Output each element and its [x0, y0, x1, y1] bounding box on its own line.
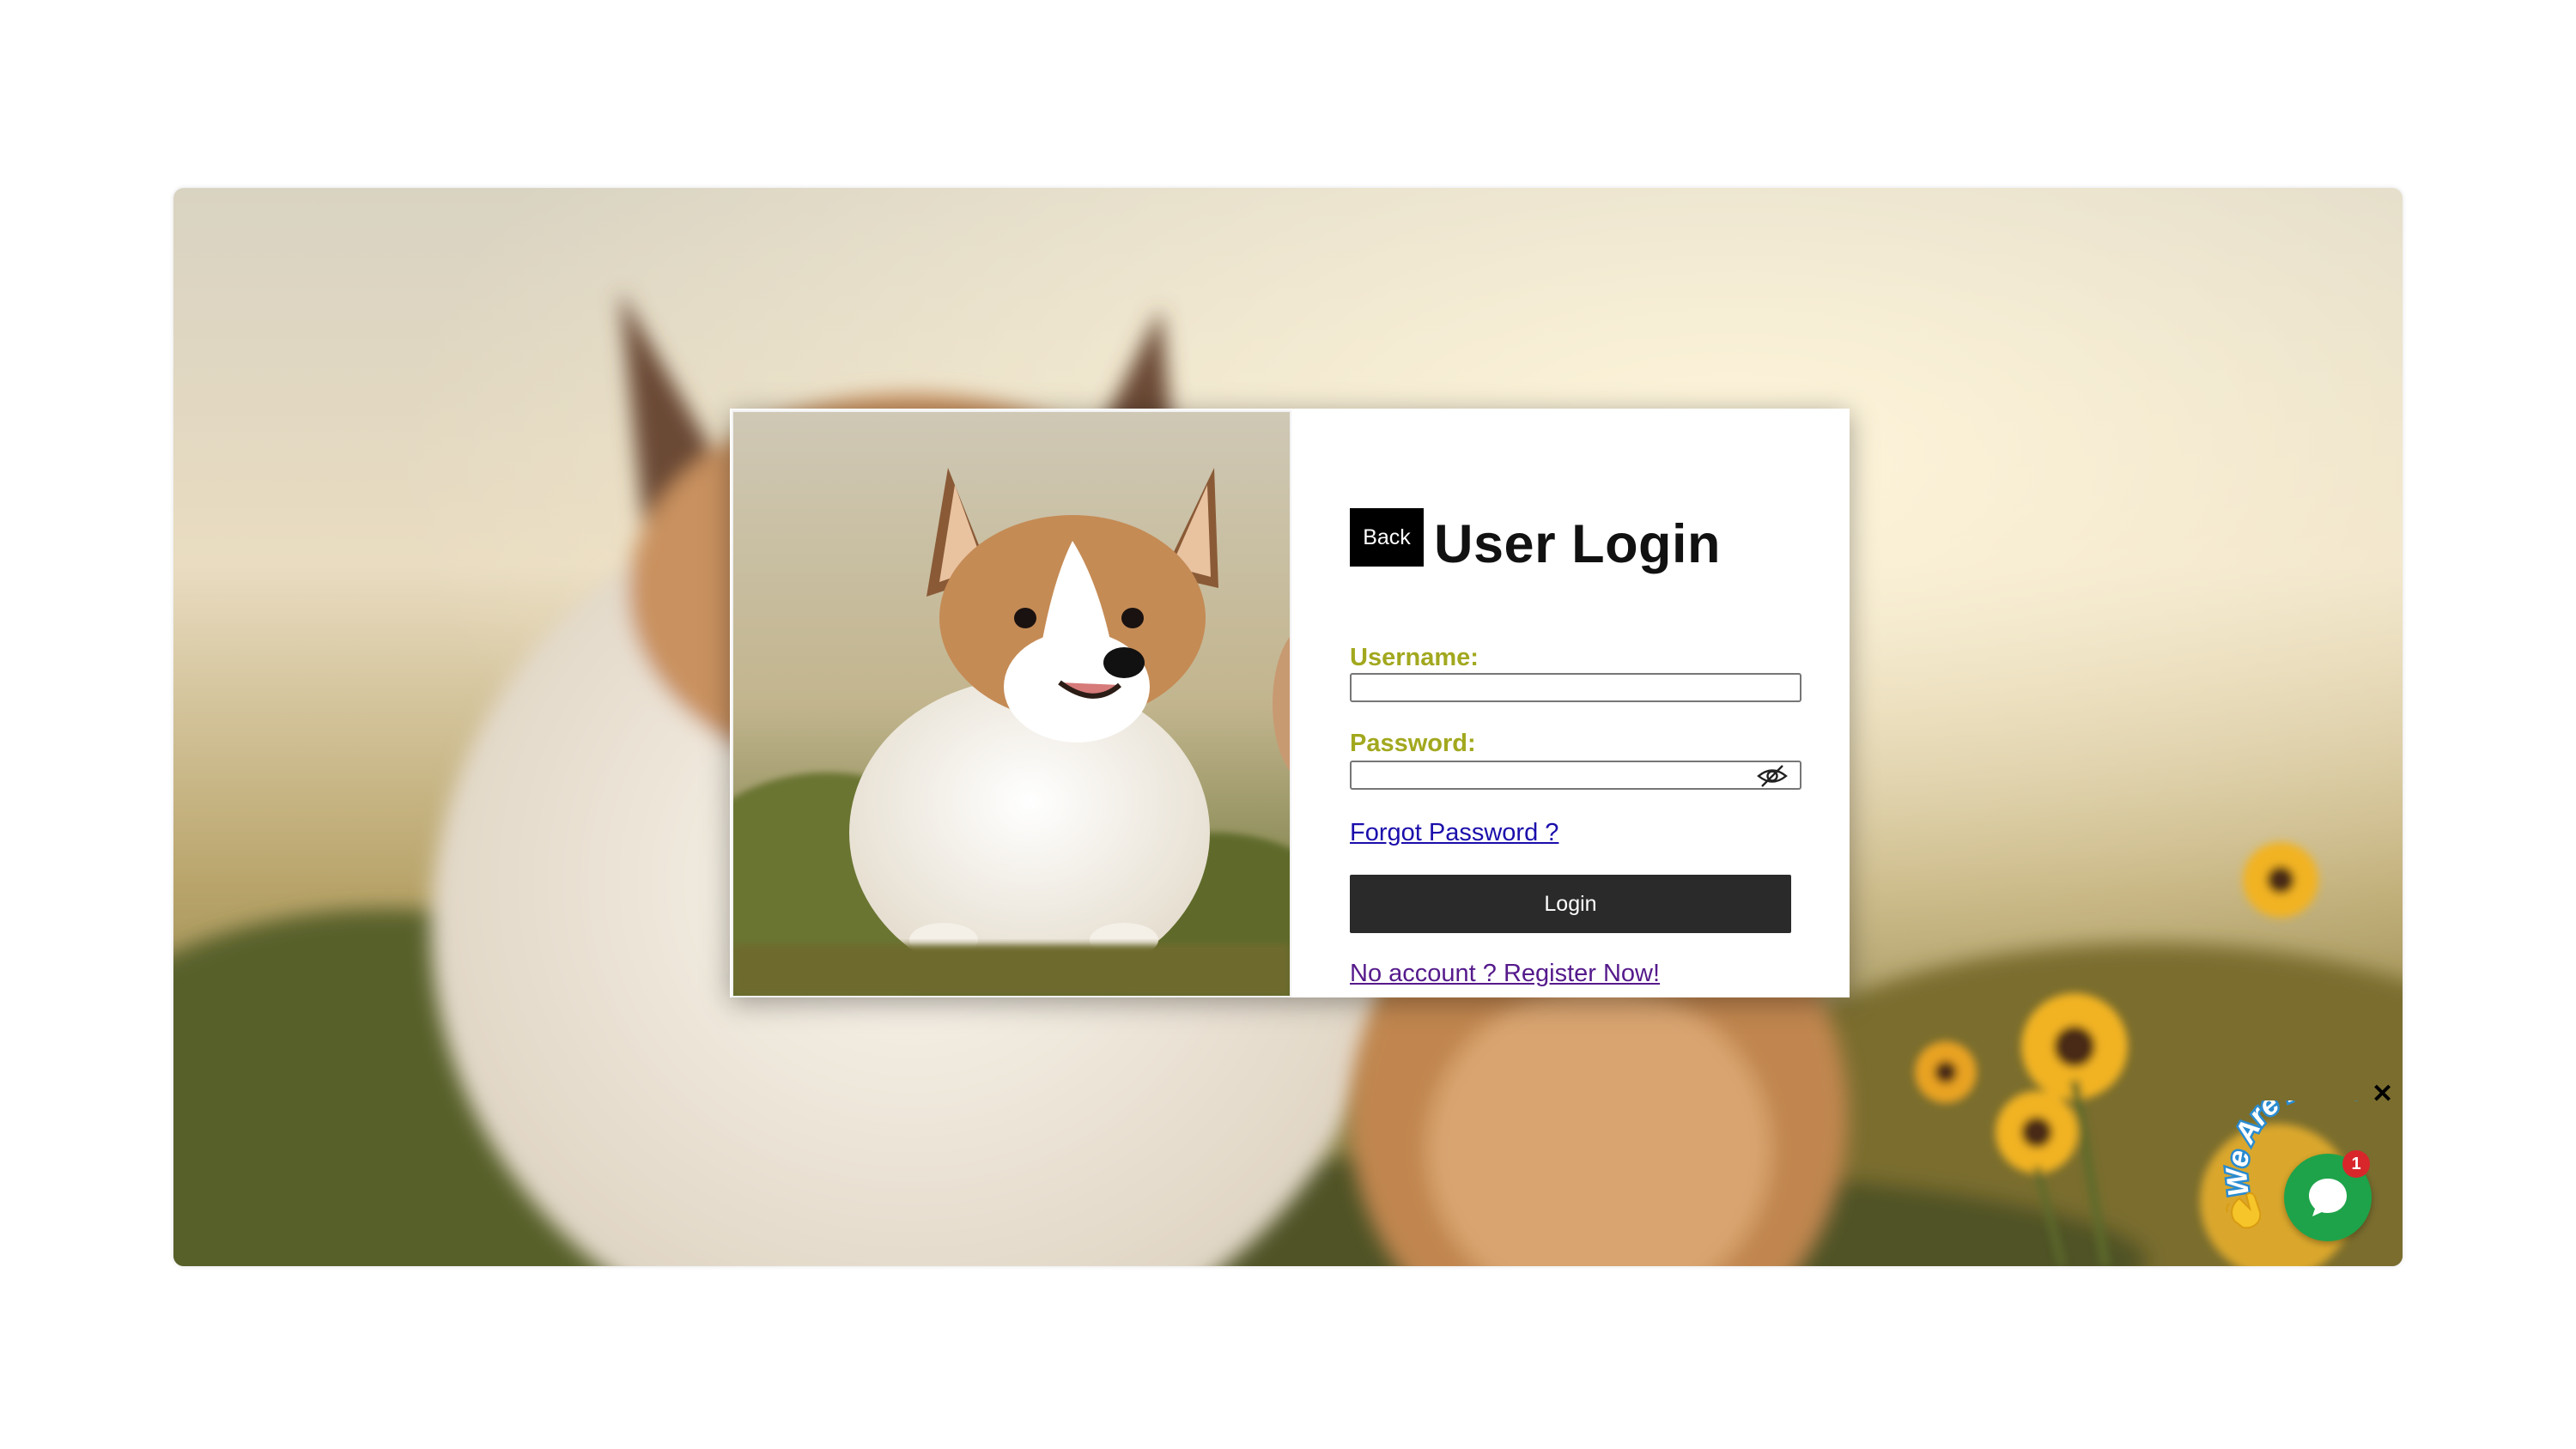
username-label: Username:	[1350, 644, 1479, 671]
chat-bubble-icon	[2309, 1179, 2347, 1216]
back-button[interactable]: Back	[1350, 508, 1424, 567]
corgi-illustration	[733, 412, 1290, 996]
register-link[interactable]: No account ? Register Now!	[1350, 960, 1660, 988]
unread-badge: 1	[2342, 1150, 2370, 1178]
login-button[interactable]: Login	[1350, 875, 1791, 933]
waving-hand-icon	[2226, 1191, 2262, 1229]
login-form: Back User Login Username: Password: Forg…	[1291, 409, 1850, 997]
chat-widget[interactable]: We Are Here! 1	[2215, 1100, 2413, 1246]
password-label: Password:	[1350, 730, 1476, 757]
login-card: Back User Login Username: Password: Forg…	[730, 409, 1850, 997]
corgi-photo	[732, 410, 1291, 997]
form-header: Back User Login	[1350, 506, 1721, 574]
eye-slash-icon[interactable]	[1755, 763, 1789, 789]
password-input[interactable]	[1350, 761, 1801, 790]
username-input[interactable]	[1350, 673, 1801, 702]
page-title: User Login	[1434, 514, 1722, 574]
forgot-password-link[interactable]: Forgot Password ?	[1350, 819, 1558, 847]
